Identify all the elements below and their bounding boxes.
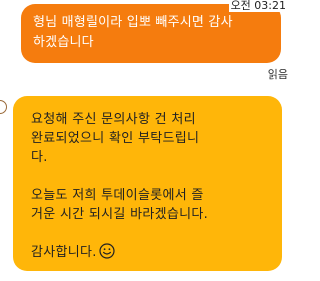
- chat-conversation: 오전 03:21 형님 매형릴이라 입뽀 빼주시면 감사 하겠습니다 읽음 요청…: [0, 0, 292, 281]
- read-receipt: 읽음: [267, 68, 288, 81]
- incoming-message-bubble[interactable]: 요청해 주신 문의사항 건 처리 완료되었으니 확인 부탁드립니 다. 오늘도 …: [13, 96, 282, 271]
- smiley-face-icon: [99, 243, 115, 265]
- incoming-message-paragraph: 오늘도 저희 투데이슬롯에서 즐 거운 시간 되시길 바라겠습니다.: [31, 188, 209, 222]
- incoming-message-closing: 감사합니다.: [31, 243, 264, 265]
- outgoing-message-bubble[interactable]: 형님 매형릴이라 입뽀 빼주시면 감사 하겠습니다: [21, 4, 281, 63]
- closing-text: 감사합니다.: [31, 245, 97, 260]
- message-timestamp: 오전 03:21: [228, 0, 288, 12]
- outgoing-message-text: 형님 매형릴이라 입뽀 빼주시면 감사 하겠습니다: [33, 15, 233, 50]
- sender-avatar[interactable]: [0, 100, 7, 114]
- incoming-message-paragraph: 요청해 주신 문의사항 건 처리 완료되었으니 확인 부탁드립니 다.: [31, 112, 200, 165]
